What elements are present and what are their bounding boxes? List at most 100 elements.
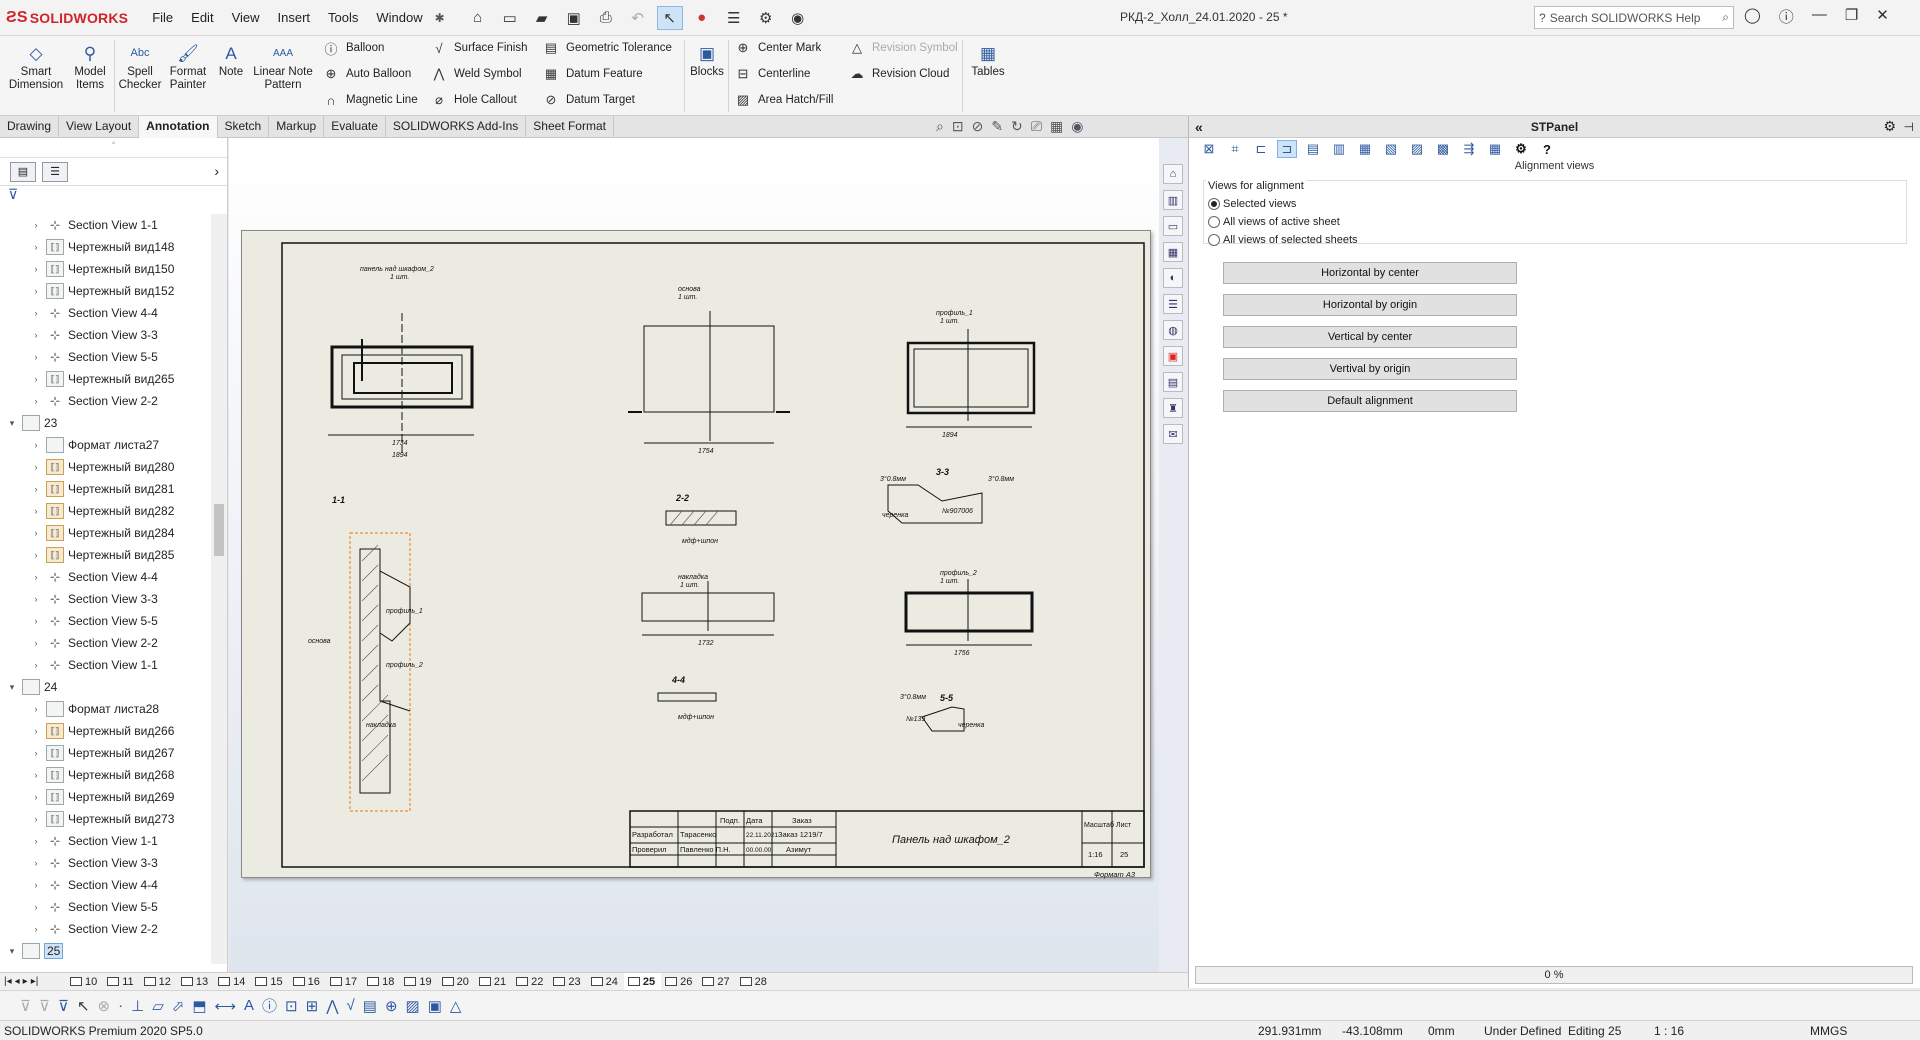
datum-target-button[interactable]: ⊘ Datum Target (542, 92, 635, 108)
sheet-tab-27[interactable]: 27 (698, 973, 735, 991)
tool-icon-2[interactable]: ⌗ (1225, 140, 1245, 158)
format-painter-button[interactable]: 🖌 Format Painter (164, 42, 212, 92)
expand-arrow-icon[interactable]: › (30, 704, 42, 714)
magnetic-line-button[interactable]: ∩ Magnetic Line (322, 92, 417, 108)
sheet-tab-23[interactable]: 23 (549, 973, 586, 991)
tree-view-node[interactable]: › ⟦⟧ Чертежный вид265 (0, 368, 210, 390)
tree-view-node[interactable]: › ⊹ Section View 5-5 (0, 346, 210, 368)
forum-icon[interactable]: ✉ (1163, 424, 1183, 444)
geometric-tolerance-button[interactable]: ▤ Geometric Tolerance (542, 40, 672, 56)
tool-icon-11[interactable]: ⇶ (1459, 140, 1479, 158)
pin-icon[interactable]: ✱ (435, 11, 445, 25)
tree-view-node[interactable]: › Формат листа27 (0, 434, 210, 456)
tab-drawing[interactable]: Drawing (0, 116, 60, 138)
tool-icon-7[interactable]: ▦ (1355, 140, 1375, 158)
area-hatch-button[interactable]: ▨ Area Hatch/Fill (734, 92, 834, 108)
tree-view-node[interactable]: › ⊹ Section View 5-5 (0, 896, 210, 918)
menu-file[interactable]: File (150, 6, 175, 29)
vertical-by-origin-button[interactable]: Vertival by origin (1223, 358, 1517, 380)
sheet-tab-19[interactable]: 19 (400, 973, 437, 991)
close-icon[interactable]: ✕ (1876, 6, 1889, 27)
settings-gear-icon[interactable]: ⚙ (1511, 140, 1531, 158)
plane-icon[interactable]: ▱ (152, 997, 164, 1015)
tree-view-node[interactable]: › ⟦⟧ Чертежный вид281 (0, 478, 210, 500)
file-properties-icon[interactable]: ☰ (721, 6, 747, 30)
previous-view-icon[interactable]: ⊘ (972, 118, 984, 135)
expand-arrow-icon[interactable]: › (30, 792, 42, 802)
sheet-tab-18[interactable]: 18 (363, 973, 400, 991)
tree-view-node[interactable]: › ⟦⟧ Чертежный вид284 (0, 522, 210, 544)
surface-finish-button[interactable]: √ Surface Finish (430, 40, 527, 56)
tree-view-node[interactable]: › ⊹ Section View 2-2 (0, 632, 210, 654)
collapse-arrow-icon[interactable]: ▾ (6, 682, 18, 693)
tab-evaluate[interactable]: Evaluate (324, 116, 386, 138)
tree-view-node[interactable]: › ⟦⟧ Чертежный вид285 (0, 544, 210, 566)
tree-view-node[interactable]: › ⟦⟧ Чертежный вид267 (0, 742, 210, 764)
menu-insert[interactable]: Insert (276, 6, 313, 29)
home-icon[interactable]: ⌂ (1163, 164, 1183, 184)
tree-view-node[interactable]: › ⊹ Section View 1-1 (0, 214, 210, 236)
help-circle-icon[interactable]: ⓘ (1779, 6, 1794, 27)
collapse-arrow-icon[interactable]: ▾ (6, 418, 18, 429)
tree-sheet-node[interactable]: ▾ 24 (0, 676, 210, 698)
sheet-tab-17[interactable]: 17 (326, 973, 363, 991)
hole-callout-button[interactable]: ⌀ Hole Callout (430, 92, 517, 108)
expand-arrow-icon[interactable]: › (30, 220, 42, 230)
face-icon[interactable]: ⬒ (192, 997, 206, 1015)
file-explorer-icon[interactable]: ▭ (1163, 216, 1183, 236)
expand-arrow-icon[interactable]: › (30, 616, 42, 626)
panel-grip[interactable]: ◦ (0, 138, 227, 158)
tree-view-node[interactable]: › ⊹ Section View 3-3 (0, 588, 210, 610)
addin-icon[interactable]: ◉ (785, 6, 811, 30)
new-document-icon[interactable]: ▭ (497, 6, 523, 30)
horizontal-by-origin-button[interactable]: Horizontal by origin (1223, 294, 1517, 316)
expand-arrow-icon[interactable]: › (30, 242, 42, 252)
block-filter-icon[interactable]: ▣ (428, 997, 442, 1015)
tab-sheet-format[interactable]: Sheet Format (526, 116, 614, 138)
globe-icon[interactable]: ◍ (1163, 320, 1183, 340)
sheet-tab-10[interactable]: 10 (66, 973, 103, 991)
radio-all-views-selected-sheets[interactable]: All views of selected sheets (1204, 231, 1906, 249)
expand-arrow-icon[interactable]: › (30, 836, 42, 846)
feature-manager-tab-icon[interactable]: ▤ (10, 161, 36, 182)
tab-view-layout[interactable]: View Layout (59, 116, 140, 138)
pin-icon[interactable]: ⊣ (1904, 120, 1914, 134)
sheet-nav[interactable]: |◂ ◂ ▸ ▸| (0, 976, 66, 987)
vertical-by-center-button[interactable]: Vertical by center (1223, 326, 1517, 348)
hatch-filter-icon[interactable]: ▨ (406, 997, 420, 1015)
display-style-icon[interactable]: ▦ (1050, 118, 1063, 135)
sheet-tab-16[interactable]: 16 (289, 973, 326, 991)
addin-panel-icon[interactable]: ▤ (1163, 372, 1183, 392)
datum-feature-button[interactable]: ▦ Datum Feature (542, 66, 643, 82)
help-icon[interactable]: ? (1537, 140, 1557, 158)
appearances-icon[interactable]: ◐ (1163, 268, 1183, 288)
tab-markup[interactable]: Markup (269, 116, 325, 138)
sheet-tab-24[interactable]: 24 (587, 973, 624, 991)
view-palette-icon[interactable]: ▦ (1163, 242, 1183, 262)
expand-arrow-icon[interactable]: › (30, 484, 42, 494)
gear-icon[interactable]: ⚙ (1883, 118, 1896, 135)
sheet-tab-25[interactable]: 25 (623, 972, 662, 991)
selection-filter-icon[interactable]: ⊽ (58, 997, 69, 1015)
design-library-icon[interactable]: ▥ (1163, 190, 1183, 210)
tree-view-node[interactable]: › ⊹ Section View 4-4 (0, 566, 210, 588)
revision-symbol-button[interactable]: △ Revision Symbol (848, 40, 958, 56)
expand-arrow-icon[interactable]: › (30, 638, 42, 648)
tab-annotation[interactable]: Annotation (139, 116, 218, 138)
alignment-views-icon[interactable]: ⊐ (1277, 140, 1297, 158)
weld-symbol-button[interactable]: ⋀ Weld Symbol (430, 66, 522, 82)
menu-view[interactable]: View (230, 6, 262, 29)
expand-arrow-icon[interactable]: › (30, 352, 42, 362)
sheet-tab-13[interactable]: 13 (177, 973, 214, 991)
weld-icon[interactable]: ⋀ (326, 997, 338, 1015)
traffic-light-icon[interactable]: ● (689, 6, 715, 30)
dimension-icon[interactable]: ⟷ (215, 997, 237, 1015)
expand-arrow-icon[interactable]: › (30, 440, 42, 450)
expand-arrow-icon[interactable]: › (30, 594, 42, 604)
open-folder-icon[interactable]: ▰ (529, 6, 555, 30)
options-gear-icon[interactable]: ⚙ (753, 6, 779, 30)
tool-icon-6[interactable]: ▥ (1329, 140, 1349, 158)
tool-icon-9[interactable]: ▨ (1407, 140, 1427, 158)
tool-icon-3[interactable]: ⊏ (1251, 140, 1271, 158)
sketch-icon[interactable]: ✎ (991, 118, 1003, 135)
